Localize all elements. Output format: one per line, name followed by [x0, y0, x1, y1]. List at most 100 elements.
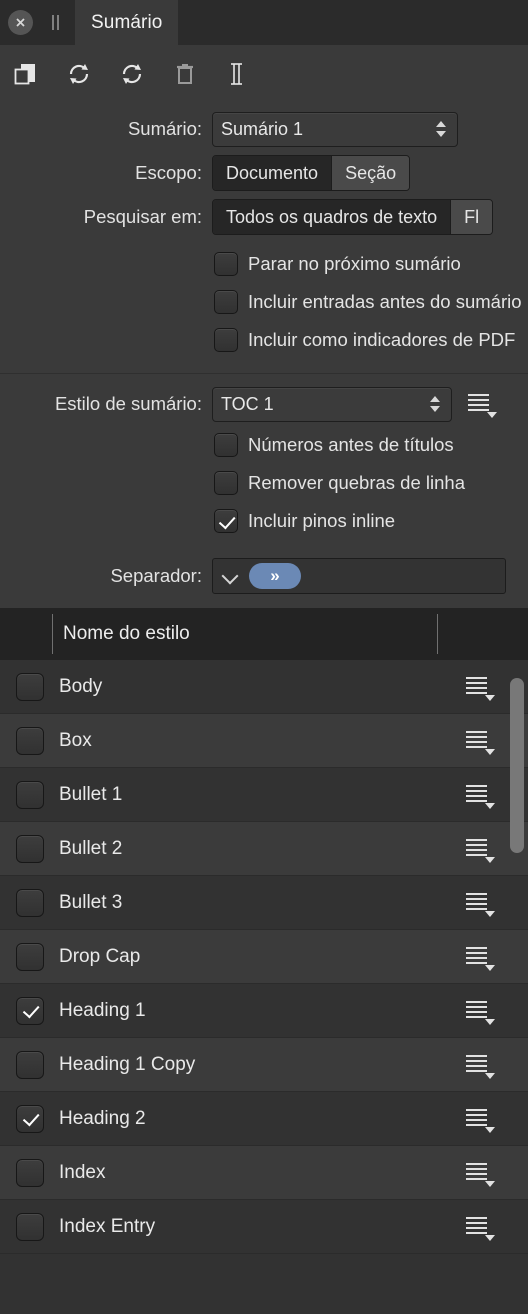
separator-field[interactable]: »	[212, 558, 506, 594]
list-menu-icon[interactable]	[466, 391, 497, 418]
row-menu[interactable]	[464, 1106, 495, 1137]
list-menu-icon[interactable]	[464, 782, 495, 809]
row-menu[interactable]	[464, 836, 495, 867]
refresh-all-icon[interactable]	[114, 56, 150, 92]
drag-grip-icon[interactable]	[48, 12, 62, 32]
duplicate-icon[interactable]	[8, 56, 44, 92]
refresh-icon[interactable]	[61, 56, 97, 92]
toc-row: Sumário: Sumário 1	[0, 107, 528, 151]
stepper-icon[interactable]	[436, 121, 449, 137]
checkbox-include-inline-pins[interactable]	[214, 509, 238, 533]
style-list: Body Box Bullet 1 Bullet 2 Bullet 3 Drop Cap H…	[0, 660, 528, 1314]
scope-segmented-control: Documento Seção	[212, 155, 411, 191]
close-circle-icon[interactable]	[8, 10, 33, 35]
table-row[interactable]: Index	[0, 1146, 528, 1200]
row-style-name: Bullet 2	[59, 837, 123, 859]
table-row[interactable]: Bullet 1	[0, 768, 528, 822]
list-menu-icon[interactable]	[464, 728, 495, 755]
tab-label: Sumário	[91, 11, 163, 33]
row-checkbox[interactable]	[16, 672, 44, 701]
toc-label: Sumário:	[127, 118, 202, 139]
search-option-all-text-frames[interactable]: Todos os quadros de texto	[213, 200, 451, 234]
trash-icon[interactable]	[167, 56, 203, 92]
table-row[interactable]: Body	[0, 660, 528, 714]
scope-row: Escopo: Documento Seção	[0, 151, 528, 195]
toc-select[interactable]: Sumário 1	[212, 111, 458, 147]
list-menu-icon[interactable]	[464, 944, 495, 971]
row-menu[interactable]	[464, 674, 495, 705]
list-menu-icon[interactable]	[464, 1214, 495, 1241]
checkbox-label: Incluir pinos inline	[248, 510, 396, 531]
row-menu[interactable]	[464, 890, 495, 921]
table-row[interactable]: Heading 1	[0, 984, 528, 1038]
list-header: Nome do estilo	[0, 608, 528, 660]
row-menu[interactable]	[464, 782, 495, 813]
checkbox-label: Incluir como indicadores de PDF	[248, 329, 516, 350]
list-menu-icon[interactable]	[464, 998, 495, 1025]
tab-sumario[interactable]: Sumário	[75, 0, 179, 45]
checkbox-numbers-before-titles[interactable]	[214, 433, 238, 457]
column-header-style-name: Nome do estilo	[63, 623, 190, 644]
toc-panel: Sumário Sumário: Sumário 1 Escopo: Docum…	[0, 0, 528, 1314]
row-style-name: Heading 2	[59, 1107, 146, 1129]
table-row[interactable]: Box	[0, 714, 528, 768]
scope-option-documento[interactable]: Documento	[213, 156, 332, 190]
checkbox-label: Incluir entradas antes do sumário	[248, 291, 522, 312]
row-checkbox[interactable]	[16, 996, 44, 1025]
table-row[interactable]: Heading 2	[0, 1092, 528, 1146]
checkbox-row-include-inline-pins[interactable]: Incluir pinos inline	[0, 502, 528, 540]
list-menu-icon[interactable]	[464, 674, 495, 701]
row-checkbox[interactable]	[16, 1104, 44, 1133]
column-divider-left	[52, 614, 53, 654]
search-option-flow[interactable]: Fl	[450, 200, 493, 234]
checkbox-row-include-pdf-bookmarks[interactable]: Incluir como indicadores de PDF	[0, 321, 528, 359]
row-menu[interactable]	[464, 1214, 495, 1245]
checkbox-row-numbers-before-titles[interactable]: Números antes de títulos	[0, 426, 528, 464]
vertical-scrollbar[interactable]	[510, 665, 524, 1314]
search-in-segmented-control: Todos os quadros de texto Fl	[212, 199, 494, 235]
scrollbar-thumb[interactable]	[510, 677, 524, 854]
checkbox-row-include-entries-before[interactable]: Incluir entradas antes do sumário	[0, 283, 528, 321]
row-menu[interactable]	[464, 998, 495, 1029]
row-menu[interactable]	[464, 728, 495, 759]
checkbox-include-pdf-bookmarks[interactable]	[214, 328, 238, 352]
list-menu-icon[interactable]	[464, 1106, 495, 1133]
row-checkbox[interactable]	[16, 942, 44, 971]
checkbox-row-remove-line-breaks[interactable]: Remover quebras de linha	[0, 464, 528, 502]
row-menu[interactable]	[464, 944, 495, 975]
row-style-name: Index	[59, 1161, 106, 1183]
titlebar: Sumário	[0, 0, 528, 45]
toc-style-select[interactable]: TOC 1	[212, 386, 452, 422]
row-style-name: Drop Cap	[59, 945, 141, 967]
row-checkbox[interactable]	[16, 1158, 44, 1187]
row-checkbox[interactable]	[16, 780, 44, 809]
list-menu-icon[interactable]	[464, 890, 495, 917]
row-checkbox[interactable]	[16, 726, 44, 755]
checkbox-row-stop-next-toc[interactable]: Parar no próximo sumário	[0, 245, 528, 283]
row-checkbox[interactable]	[16, 1212, 44, 1241]
checkbox-label: Parar no próximo sumário	[248, 253, 461, 274]
stepper-icon[interactable]	[430, 396, 443, 412]
list-menu-icon[interactable]	[464, 836, 495, 863]
separator-token[interactable]: »	[249, 563, 301, 589]
scope-option-secao[interactable]: Seção	[331, 156, 410, 190]
table-row[interactable]: Bullet 2	[0, 822, 528, 876]
row-menu[interactable]	[464, 1160, 495, 1191]
row-menu[interactable]	[464, 1052, 495, 1083]
table-row[interactable]: Drop Cap	[0, 930, 528, 984]
table-row[interactable]: Bullet 3	[0, 876, 528, 930]
checkbox-stop-next-toc[interactable]	[214, 252, 238, 276]
row-checkbox[interactable]	[16, 834, 44, 863]
search-in-row: Pesquisar em: Todos os quadros de texto …	[0, 195, 528, 239]
table-row[interactable]: Heading 1 Copy	[0, 1038, 528, 1092]
toc-style-row: Estilo de sumário: TOC 1	[0, 382, 528, 426]
row-checkbox[interactable]	[16, 888, 44, 917]
row-checkbox[interactable]	[16, 1050, 44, 1079]
text-cursor-icon[interactable]	[220, 56, 256, 92]
checkbox-include-entries-before[interactable]	[214, 290, 238, 314]
chevron-down-icon[interactable]	[221, 567, 239, 585]
checkbox-remove-line-breaks[interactable]	[214, 471, 238, 495]
list-menu-icon[interactable]	[464, 1052, 495, 1079]
list-menu-icon[interactable]	[464, 1160, 495, 1187]
table-row[interactable]: Index Entry	[0, 1200, 528, 1254]
